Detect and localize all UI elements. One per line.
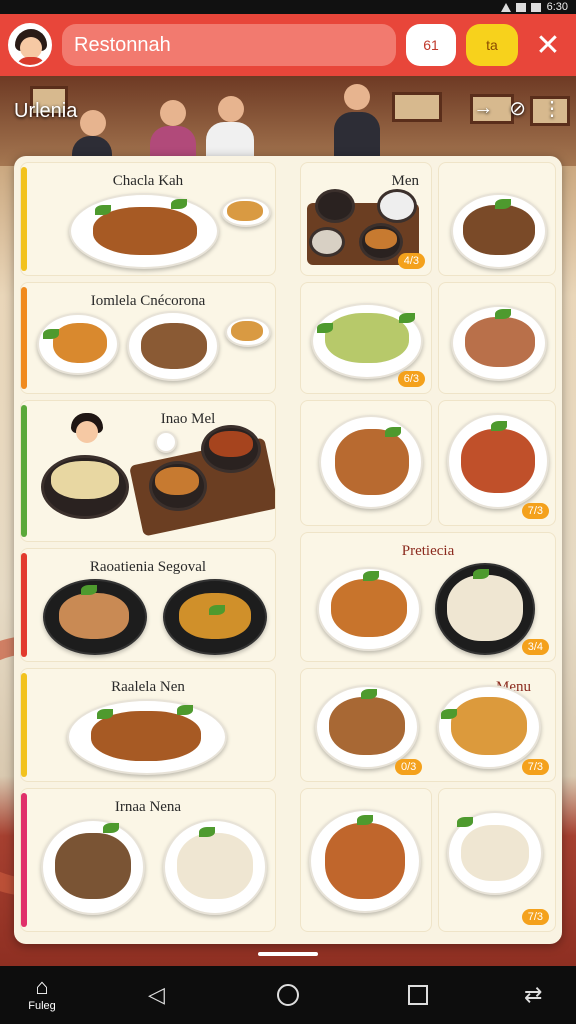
menu-card-left-4[interactable]: Raoatienia Segoval	[20, 548, 276, 662]
avatar[interactable]	[8, 23, 52, 67]
signal-icon	[500, 2, 511, 12]
rotate-icon[interactable]: ⇄	[524, 982, 542, 1008]
card-title: Pretiecia	[401, 543, 455, 559]
price-badge: 6/3	[397, 371, 425, 387]
menu-card-right-6b[interactable]: 7/3	[438, 788, 556, 932]
pill-button-1[interactable]: 61	[406, 24, 456, 66]
home-circle-icon[interactable]	[277, 984, 299, 1006]
menu-card-right-1b[interactable]	[438, 162, 556, 276]
card-title: Raoatienia Segoval	[89, 559, 207, 575]
status-time: 6:30	[546, 1, 568, 13]
card-title: Irnaa Nena	[114, 799, 182, 815]
card-title: Men	[391, 173, 420, 189]
more-icon[interactable]: ⋮	[542, 96, 562, 121]
battery-icon	[530, 2, 541, 12]
menu-card-right-2a[interactable]: 6/3	[300, 282, 432, 394]
sub-header-title: Urlenia	[14, 100, 78, 122]
close-icon[interactable]: ✕	[528, 25, 568, 65]
menu-card-right-6a[interactable]	[300, 788, 432, 932]
nav-home-label: Fuleg	[28, 1000, 56, 1012]
menu-card-left-3[interactable]: Inao Mel	[20, 400, 276, 542]
menu-card-left-1[interactable]: Chacla Kah	[20, 162, 276, 276]
home-icon: ⌂	[35, 974, 49, 999]
price-badge: 7/3	[521, 909, 549, 925]
pill-button-1-label: 61	[423, 37, 439, 53]
search-field[interactable]: Restonnah	[62, 24, 396, 66]
pill-button-2[interactable]: ta	[466, 24, 518, 66]
menu-card-right-3b[interactable]: 7/3	[438, 400, 556, 526]
menu-card-left-5[interactable]: Raalela Nen	[20, 668, 276, 782]
menu-card-right-2b[interactable]	[438, 282, 556, 394]
back-icon[interactable]: ◁	[148, 982, 165, 1008]
card-title: Iomlela Cnécorona	[90, 293, 206, 309]
menu-panel: Chacla Kah Iomlela Cnécorona Inao Mel Ra…	[14, 156, 562, 944]
wifi-icon	[515, 2, 526, 12]
price-badge: 7/3	[521, 503, 549, 519]
price-badge: 0/3	[395, 759, 423, 775]
sub-header-icons: → ⊘ ⋮	[473, 96, 562, 121]
menu-card-right-4a[interactable]: Pretiecia 3/4	[300, 532, 556, 662]
menu-card-left-2[interactable]: Iomlela Cnécorona	[20, 282, 276, 394]
card-title: Raalela Nen	[111, 679, 185, 695]
nav-bar: ⌂ Fuleg ◁ ⇄	[0, 966, 576, 1024]
search-text: Restonnah	[74, 33, 171, 56]
menu-card-left-6[interactable]: Irnaa Nena	[20, 788, 276, 932]
price-badge: 4/3	[397, 253, 425, 269]
menu-card-right-3a[interactable]	[300, 400, 432, 526]
card-title: Chacla Kah	[112, 173, 184, 189]
price-badge: 7/3	[521, 759, 549, 775]
nav-home-button[interactable]: ⌂ Fuleg	[20, 974, 64, 1013]
status-bar: 6:30	[0, 0, 576, 14]
card-title: Inao Mel	[160, 411, 216, 427]
forward-icon[interactable]: →	[473, 97, 493, 120]
chef-avatar	[67, 411, 107, 451]
recents-icon[interactable]	[408, 985, 428, 1005]
menu-card-right-1a[interactable]: Men 4/3	[300, 162, 432, 276]
price-badge: 3/4	[521, 639, 549, 655]
card-stripe	[21, 405, 27, 537]
home-indicator	[258, 952, 318, 956]
no-photo-icon[interactable]: ⊘	[509, 96, 526, 121]
top-bar: Restonnah 61 ta ✕	[0, 14, 576, 76]
pill-button-2-label: ta	[486, 37, 498, 53]
menu-card-right-5a[interactable]: Menu 0/3 7/3	[300, 668, 556, 782]
